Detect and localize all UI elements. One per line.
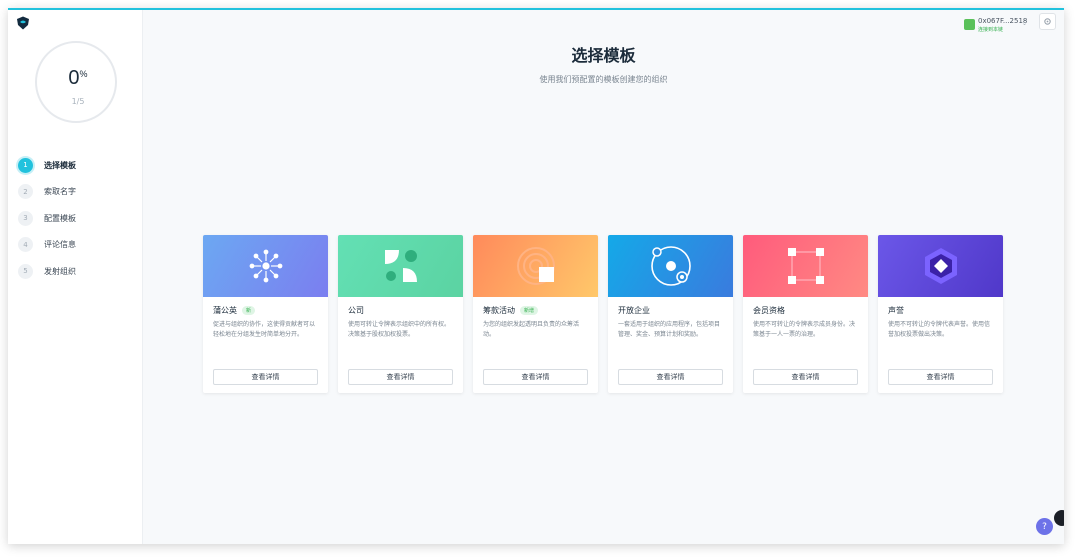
card-title: 声誉 <box>888 306 904 315</box>
network-status: 连接到本链 <box>978 27 1004 33</box>
template-card-reputation[interactable]: 声誉 使用不可转让的令牌代表声誉。使用信誉加权投票做出决策。 查看详情 <box>878 235 1003 393</box>
card-banner <box>743 235 868 297</box>
new-badge: 新 <box>242 306 256 315</box>
template-card-open-enterprise[interactable]: 开放企业 一套适用于组织的应用程序，包括项目管理、奖金、预算计划和奖励。 查看详… <box>608 235 733 393</box>
template-card-membership[interactable]: 会员资格 使用不可转让的令牌表示成员身份。决策基于一人一票的治理。 查看详情 <box>743 235 868 393</box>
hexagon-icon <box>924 248 957 284</box>
app-window: 0% 1/5 1 选择模板 2 索取名字 3 配置模板 4 评论信息 5 发射组 <box>8 8 1064 544</box>
sidebar: 0% 1/5 1 选择模板 2 索取名字 3 配置模板 4 评论信息 5 发射组 <box>8 10 143 544</box>
card-title: 蒲公英新 <box>213 305 256 316</box>
step-number: 2 <box>18 184 33 200</box>
account-address: 0x067F...2518 <box>978 17 1028 25</box>
card-title: 开放企业 <box>618 306 650 315</box>
logo-icon <box>17 16 29 30</box>
card-banner <box>608 235 733 297</box>
step-launch-org[interactable]: 5 发射组织 <box>18 258 76 285</box>
step-claim-name[interactable]: 2 索取名字 <box>18 179 76 206</box>
orbit-icon <box>650 246 691 286</box>
view-details-button[interactable]: 查看详情 <box>888 369 993 385</box>
card-title: 筹款活动 新增 <box>483 305 539 316</box>
card-title: 公司 <box>348 306 364 315</box>
step-label: 配置模板 <box>44 213 76 223</box>
view-details-button[interactable]: 查看详情 <box>753 369 858 385</box>
card-banner <box>473 235 598 297</box>
view-details-button[interactable]: 查看详情 <box>213 369 318 385</box>
square-nodes-icon <box>787 248 824 284</box>
step-label: 发射组织 <box>44 266 76 276</box>
step-number: 3 <box>18 210 33 226</box>
card-description: 使用可转让令牌表示组织中的所有权。决策基于股权加权投票。 <box>348 321 451 338</box>
step-review-info[interactable]: 4 评论信息 <box>18 232 76 259</box>
progress-percent: 0% <box>68 67 88 89</box>
card-description: 一套适用于组织的应用程序，包括项目管理、奖金、预算计划和奖励。 <box>618 321 721 338</box>
step-list: 1 选择模板 2 索取名字 3 配置模板 4 评论信息 5 发射组织 <box>18 152 76 285</box>
template-card-dandelion[interactable]: 蒲公英新 促进与组织的协作，这使得贡献者可以轻松地在分组发生时简单地分开。 查看… <box>203 235 328 393</box>
help-button[interactable]: ? <box>1036 518 1053 535</box>
gear-icon <box>1044 18 1051 25</box>
card-banner <box>203 235 328 297</box>
progress-fraction: 1/5 <box>71 97 85 106</box>
card-description: 使用不可转让的令牌代表声誉。使用信誉加权投票做出决策。 <box>888 321 991 338</box>
progress-ring: 0% 1/5 <box>35 41 117 123</box>
page-title: 选择模板 <box>571 46 636 65</box>
card-description: 为您的组织发起透明且负责的众筹活动。 <box>483 321 580 338</box>
card-description: 使用不可转让的令牌表示成员身份。决策基于一人一票的治理。 <box>753 321 856 338</box>
dandelion-icon <box>249 249 282 283</box>
card-banner <box>878 235 1003 297</box>
settings-button[interactable] <box>1039 13 1056 30</box>
view-details-button[interactable]: 查看详情 <box>483 369 588 385</box>
step-number: 5 <box>18 263 33 279</box>
template-card-company[interactable]: 公司 使用可转让令牌表示组织中的所有权。决策基于股权加权投票。 查看详情 <box>338 235 463 393</box>
step-select-template[interactable]: 1 选择模板 <box>18 152 76 179</box>
signal-icon <box>516 247 555 285</box>
chevron-down-icon: ⌄ <box>1022 20 1028 27</box>
view-details-button[interactable]: 查看详情 <box>348 369 453 385</box>
step-number: 1 <box>18 157 33 173</box>
account-button[interactable]: 0x067F...2518 连接到本链 ⌄ <box>964 15 1028 33</box>
step-label: 选择模板 <box>44 160 76 170</box>
view-details-button[interactable]: 查看详情 <box>618 369 723 385</box>
template-card-fundraising[interactable]: 筹款活动 新增 为您的组织发起透明且负责的众筹活动。 查看详情 <box>473 235 598 393</box>
step-configure-template[interactable]: 3 配置模板 <box>18 205 76 232</box>
card-title: 会员资格 <box>753 306 785 315</box>
new-badge: 新增 <box>520 306 539 315</box>
account-avatar <box>964 19 975 30</box>
card-description: 促进与组织的协作，这使得贡献者可以轻松地在分组发生时简单地分开。 <box>213 321 316 338</box>
step-number: 4 <box>18 237 33 253</box>
page-subtitle: 使用我们预配置的模板创建您的组织 <box>539 75 668 84</box>
card-banner <box>338 235 463 297</box>
leaf-icon <box>384 250 417 282</box>
template-cards: 蒲公英新 促进与组织的协作，这使得贡献者可以轻松地在分组发生时简单地分开。 查看… <box>203 235 1003 393</box>
step-label: 索取名字 <box>44 187 76 197</box>
step-label: 评论信息 <box>44 240 76 250</box>
chat-bubble-icon[interactable] <box>1054 510 1064 526</box>
